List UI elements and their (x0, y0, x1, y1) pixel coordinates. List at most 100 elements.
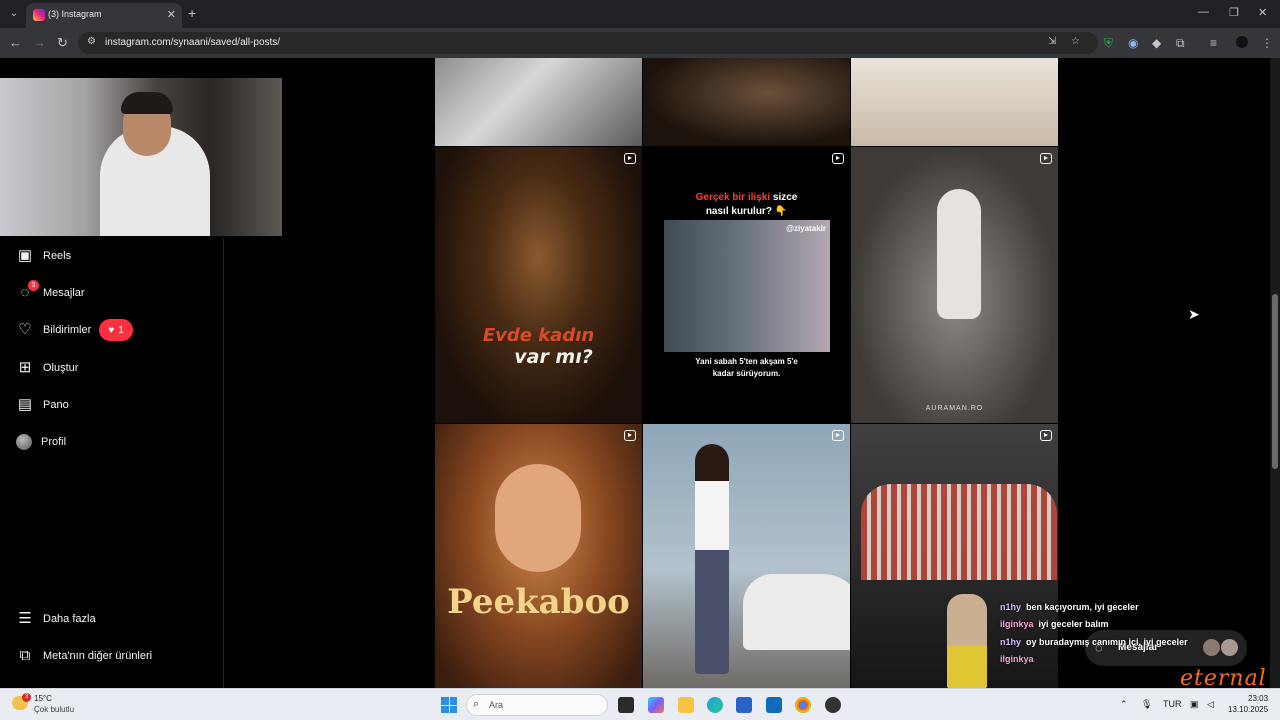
sidebar-item-label: Reels (43, 250, 72, 262)
instagram-page: Evde kadın var mı? Gerçek bir ilişki siz… (0, 58, 1280, 691)
reel-icon (832, 153, 844, 164)
reels-icon: ▣ (17, 247, 33, 264)
sidebar-item-label: Meta'nın diğer ürünleri (43, 650, 153, 662)
saved-post[interactable] (851, 424, 1058, 688)
taskbar-clock[interactable]: 23:03 13.10.2025 (1228, 693, 1268, 715)
saved-post[interactable]: Evde kadın var mı? (435, 147, 642, 423)
post-thumbnail (695, 444, 729, 674)
notification-pill: ♥ 1 (99, 319, 133, 341)
post-headline-line2: nasıl kurulur? 👇 (705, 206, 788, 217)
instagram-favicon-icon (33, 9, 45, 21)
store-icon[interactable] (736, 697, 752, 713)
chat-message: ilginkya iyi geceler balım (1000, 619, 1109, 629)
browser-toolbar: ← → ↻ ⚙ instagram.com/synaani/saved/all-… (0, 28, 1280, 58)
sidebar-item-label: Pano (43, 399, 69, 411)
reel-icon (624, 153, 636, 164)
messages-floating-button[interactable]: ◌ Mesajlar (1085, 630, 1247, 666)
back-icon[interactable]: ← (9, 35, 22, 50)
webcam-overlay (0, 78, 282, 236)
windows-start-icon[interactable] (441, 697, 457, 713)
post-thumbnail (937, 189, 981, 319)
reel-icon (832, 430, 844, 441)
tab-search-icon[interactable]: ⌄ (6, 6, 22, 22)
reel-icon (1040, 153, 1052, 164)
post-handle: @ziyatakir (786, 224, 826, 233)
install-app-icon[interactable]: ⇲ (1048, 36, 1056, 47)
saved-post[interactable]: AURAMAN.RO (851, 147, 1058, 423)
sidebar-item-meta[interactable]: ⧉ Meta'nın diğer ürünleri (16, 644, 152, 668)
chat-message: ilginkya (1000, 654, 1034, 664)
heart-icon: ♡ (18, 321, 32, 338)
scroll-thumb[interactable] (1272, 294, 1278, 469)
clock-time: 23:03 (1248, 694, 1269, 703)
audio-extension-icon[interactable]: ◉ (1128, 36, 1138, 50)
chat-message: n1hy ben kaçıyorum, iyi geceler (1000, 602, 1139, 612)
weather-description: Çok bulutlu (34, 705, 75, 714)
outlook-icon[interactable] (766, 697, 782, 713)
search-placeholder: Ara (489, 700, 504, 710)
reload-icon[interactable]: ↻ (57, 35, 68, 51)
address-bar[interactable]: ⚙ instagram.com/synaani/saved/all-posts/… (78, 32, 1098, 54)
saved-post[interactable] (435, 58, 642, 146)
sidebar-item-dashboard[interactable]: ▤ Pano (16, 393, 69, 417)
diamond-extension-icon[interactable]: ◆ (1152, 36, 1161, 50)
post-watermark: AURAMAN.RO (925, 405, 984, 412)
task-view-icon[interactable] (618, 697, 634, 713)
shield-extension-icon[interactable]: ⛨ (1104, 36, 1113, 51)
windows-taskbar: 3 15°C Çok bulutlu ⌕ Ara ⌃ 🎙 TUR ▣ ◁ 23:… (0, 688, 1280, 720)
plus-square-icon: ⊞ (18, 359, 32, 376)
sidebar-divider (223, 238, 224, 688)
post-seated-person (947, 594, 987, 688)
sidebar-item-create[interactable]: ⊞ Oluştur (16, 356, 79, 380)
notification-count: 1 (118, 324, 124, 336)
file-explorer-icon[interactable] (678, 697, 694, 713)
page-scrollbar[interactable] (1270, 58, 1280, 688)
extensions-puzzle-icon[interactable]: ⧉ (1176, 36, 1185, 51)
saved-post[interactable]: Gerçek bir ilişki sizce nasıl kurulur? 👇… (643, 147, 850, 423)
sidebar-item-more[interactable]: ☰ Daha fazla (16, 607, 96, 631)
clock-date: 13.10.2025 (1228, 705, 1269, 714)
browser-menu-icon[interactable]: ⋮ (1261, 36, 1273, 50)
messenger-icon: ◌ 3 (16, 280, 39, 302)
volume-icon[interactable]: ◁ (1207, 699, 1214, 710)
edge-icon[interactable] (707, 697, 723, 713)
media-control-icon[interactable]: ≡ (1210, 36, 1217, 50)
window-close-icon[interactable]: ✕ (1258, 6, 1267, 19)
sidebar-item-label: Mesajlar (43, 287, 85, 299)
restore-icon[interactable]: ❐ (1229, 6, 1239, 19)
tab-title: (3) Instagram (48, 9, 102, 19)
saved-post[interactable]: Peekaboo (435, 424, 642, 688)
sidebar-item-messages[interactable]: ◌ 3 Mesajlar (16, 280, 85, 305)
tab-close-icon[interactable]: ✕ (167, 8, 176, 21)
post-overlay-text: Evde kadın var mı? (482, 325, 595, 368)
taskbar-search[interactable]: ⌕ Ara (466, 694, 608, 716)
sidebar-item-profile[interactable]: Profil (16, 430, 66, 454)
new-tab-icon[interactable]: + (188, 5, 196, 21)
reel-icon (624, 430, 636, 441)
sidebar-item-label: Daha fazla (43, 613, 96, 625)
network-icon[interactable]: ▣ (1190, 699, 1199, 710)
forward-icon[interactable]: → (33, 35, 46, 50)
keyboard-language[interactable]: TUR (1163, 699, 1182, 709)
url-text[interactable]: instagram.com/synaani/saved/all-posts/ (105, 37, 280, 48)
saved-post[interactable] (851, 58, 1058, 146)
saved-post[interactable] (643, 58, 850, 146)
hamburger-icon: ☰ (18, 610, 32, 627)
copilot-icon[interactable] (648, 697, 664, 713)
chrome-icon[interactable] (795, 697, 811, 713)
profile-avatar-icon[interactable] (1236, 36, 1248, 48)
minimize-icon[interactable]: — (1198, 6, 1209, 18)
post-thumbnail (861, 484, 1057, 580)
bookmark-star-icon[interactable]: ☆ (1071, 36, 1080, 47)
browser-tab[interactable]: (3) Instagram ✕ (26, 3, 182, 28)
saved-post[interactable] (643, 424, 850, 688)
site-info-icon[interactable]: ⚙ (87, 36, 96, 47)
sidebar-item-reels[interactable]: ▣ Reels (16, 244, 71, 268)
tray-expand-icon[interactable]: ⌃ (1120, 699, 1128, 710)
sidebar-item-label: Profil (41, 436, 67, 448)
sidebar-item-notifications[interactable]: ♡ Bildirimler ♥ 1 (16, 318, 133, 342)
chat-message: n1hy oy buradaymış canımın içi, iyi gecel… (1000, 637, 1188, 647)
obs-icon[interactable] (825, 697, 841, 713)
browser-tab-bar: ⌄ (3) Instagram ✕ + — ❐ ✕ (0, 0, 1280, 28)
microphone-icon[interactable]: 🎙 (1141, 699, 1152, 710)
